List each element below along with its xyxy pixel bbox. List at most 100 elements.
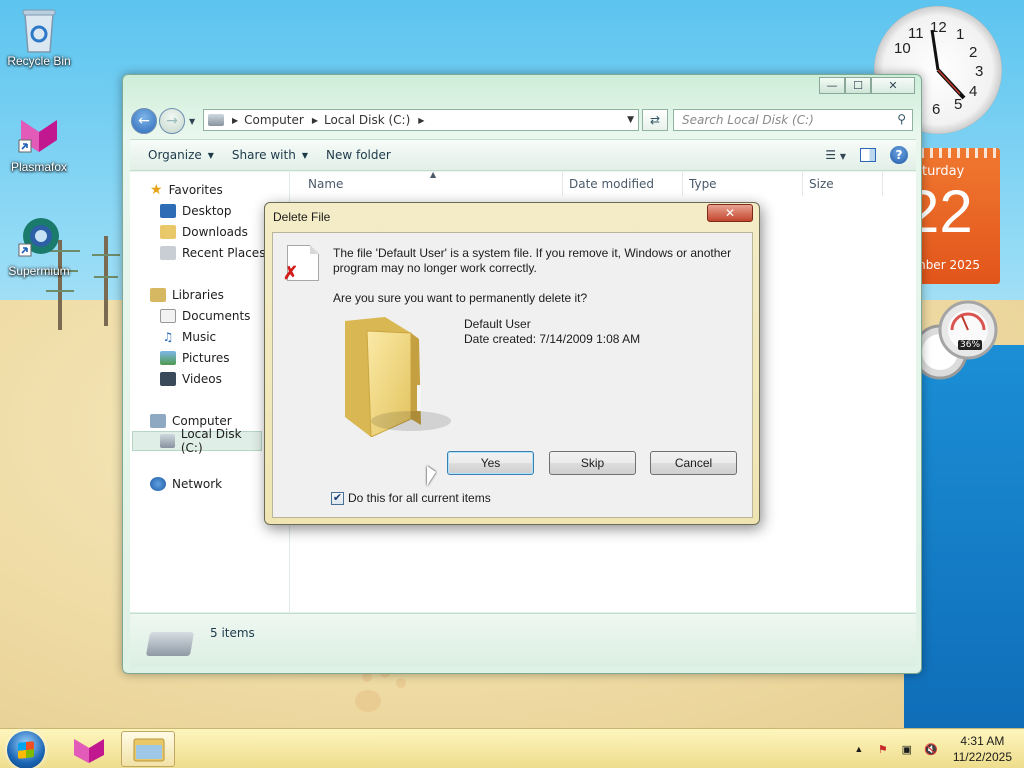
cpu-meter-percent: 36% [958,340,983,350]
volume-muted-icon[interactable]: 🔇 [923,742,939,756]
nav-favorites[interactable]: ★ Favorites [150,180,223,200]
minimize-button[interactable]: — [819,77,845,94]
nav-local-disk[interactable]: Local Disk (C:) [132,427,262,455]
recent-places-icon [160,246,176,260]
cancel-button[interactable]: Cancel [650,451,737,475]
nav-label: Computer [172,414,232,428]
apply-to-all-checkbox[interactable]: ✔ [331,491,344,505]
breadcrumb-computer[interactable]: Computer [244,113,304,127]
apply-to-all-checkbox-row[interactable]: ✔ Do this for all current items [331,491,491,505]
wallpaper-tree [104,236,108,326]
command-bar: Organize ▼ Share with ▼ New folder ☰ ▼ ? [130,139,916,171]
sort-chevron-icon: ▲ [430,170,437,179]
system-clock[interactable]: 4:31 AM 11/22/2025 [953,733,1012,765]
column-name[interactable]: Name [308,177,343,191]
wallpaper-frond [94,276,118,278]
cpu-meter-gadget[interactable]: 36% [912,300,1002,395]
close-button[interactable]: ✕ [871,77,915,94]
search-icon[interactable]: ⚲ [897,112,906,126]
show-hidden-icons-button[interactable]: ▲ [851,742,867,756]
nav-label: Music [182,330,217,344]
breadcrumb-separator-icon[interactable]: ▶ [312,116,318,125]
change-view-icon[interactable]: ☰ ▼ [825,148,846,162]
nav-documents[interactable]: Documents [160,306,250,326]
breadcrumb-local-disk[interactable]: Local Disk (C:) [324,113,410,127]
mouse-pointer-icon [427,466,436,486]
nav-network[interactable]: Network [150,474,222,494]
back-button[interactable]: ← [131,108,157,134]
chevron-down-icon: ▼ [207,150,214,160]
desktop-icon-recycle-bin[interactable]: Recycle Bin [0,6,78,68]
file-name: Default User [464,317,531,331]
column-size[interactable]: Size [809,177,834,191]
forward-button[interactable]: → [159,108,185,134]
maximize-button[interactable]: ☐ [845,77,871,94]
column-date-modified[interactable]: Date modified [569,177,654,191]
nav-videos[interactable]: Videos [160,369,222,389]
items-count: 5 items [210,626,255,640]
wallpaper-paw [355,690,381,712]
refresh-button[interactable]: ⇄ [642,109,668,131]
share-with-button[interactable]: Share with ▼ [232,148,308,162]
search-placeholder: Search Local Disk (C:) [682,113,814,127]
action-center-flag-icon[interactable]: ⚑ [875,742,891,756]
desktop-icon-supermium[interactable]: Supermium [0,216,78,278]
chevron-down-icon: ▼ [301,150,308,160]
preview-pane-icon[interactable] [860,148,876,162]
dialog-close-button[interactable]: ✕ [707,204,753,222]
taskbar-plasmafox[interactable] [62,731,116,767]
network-icon[interactable]: ▣ [899,742,915,756]
nav-pictures[interactable]: Pictures [160,348,230,368]
nav-desktop[interactable]: Desktop [160,201,232,221]
taskbar-explorer[interactable] [121,731,175,767]
column-type[interactable]: Type [689,177,717,191]
start-button[interactable] [7,731,45,768]
nav-label: Local Disk (C:) [180,427,242,455]
breadcrumb-separator-icon[interactable]: ▶ [232,116,238,125]
skip-button[interactable]: Skip [549,451,636,475]
column-divider[interactable] [562,172,563,196]
delete-file-dialog[interactable]: Delete File ✕ ✗ The file 'Default User' … [264,202,760,525]
desktop-icon-plasmafox[interactable]: Plasmafox [0,112,78,174]
wallpaper-frond [92,254,120,256]
wallpaper-frond [46,290,74,292]
taskbar: ▲ ⚑ ▣ 🔇 4:31 AM 11/22/2025 [0,728,1024,768]
calendar-gadget[interactable]: aturday 22 mber 2025 [912,148,1000,284]
desktop-icon-label: Recycle Bin [7,54,71,68]
column-divider[interactable] [802,172,803,196]
address-dropdown-icon[interactable]: ▼ [627,115,634,125]
dialog-body: ✗ The file 'Default User' is a system fi… [272,232,753,518]
nav-label: Favorites [168,183,223,197]
new-folder-button[interactable]: New folder [326,148,391,162]
explorer-folder-icon [133,738,165,762]
apply-to-all-label: Do this for all current items [348,491,491,505]
computer-icon [150,414,166,428]
folder-icon [345,317,451,437]
nav-downloads[interactable]: Downloads [160,222,248,242]
yes-button[interactable]: Yes [447,451,534,475]
nav-label: Pictures [182,351,230,365]
search-input[interactable]: Search Local Disk (C:) ⚲ [673,109,913,131]
column-headers: Name ▲ Date modified Type Size [290,170,916,196]
pictures-icon [160,351,176,365]
organize-button[interactable]: Organize ▼ [148,148,214,162]
address-bar[interactable]: ▶ Computer ▶ Local Disk (C:) ▶ ▼ [203,109,639,131]
organize-label: Organize [148,148,202,162]
calendar-month-year: mber 2025 [914,258,980,272]
nav-libraries[interactable]: Libraries [150,285,224,305]
file-date-created: Date created: 7/14/2009 1:08 AM [464,332,641,346]
column-divider[interactable] [882,172,883,196]
column-divider[interactable] [682,172,683,196]
breadcrumb-separator-icon[interactable]: ▶ [418,116,424,125]
new-folder-label: New folder [325,148,391,162]
downloads-folder-icon [160,225,176,239]
dialog-title: Delete File [273,210,331,224]
recent-pages-chevron-icon[interactable]: ▼ [189,117,195,126]
nav-music[interactable]: ♫ Music [160,327,217,347]
nav-recent-places[interactable]: Recent Places [160,243,265,263]
drive-small-icon [208,114,224,126]
confirm-question: Are you sure you want to permanently del… [333,291,588,305]
desktop-icon-label: Plasmafox [10,160,68,174]
forward-arrow-icon: → [166,113,178,129]
help-icon[interactable]: ? [890,146,908,164]
